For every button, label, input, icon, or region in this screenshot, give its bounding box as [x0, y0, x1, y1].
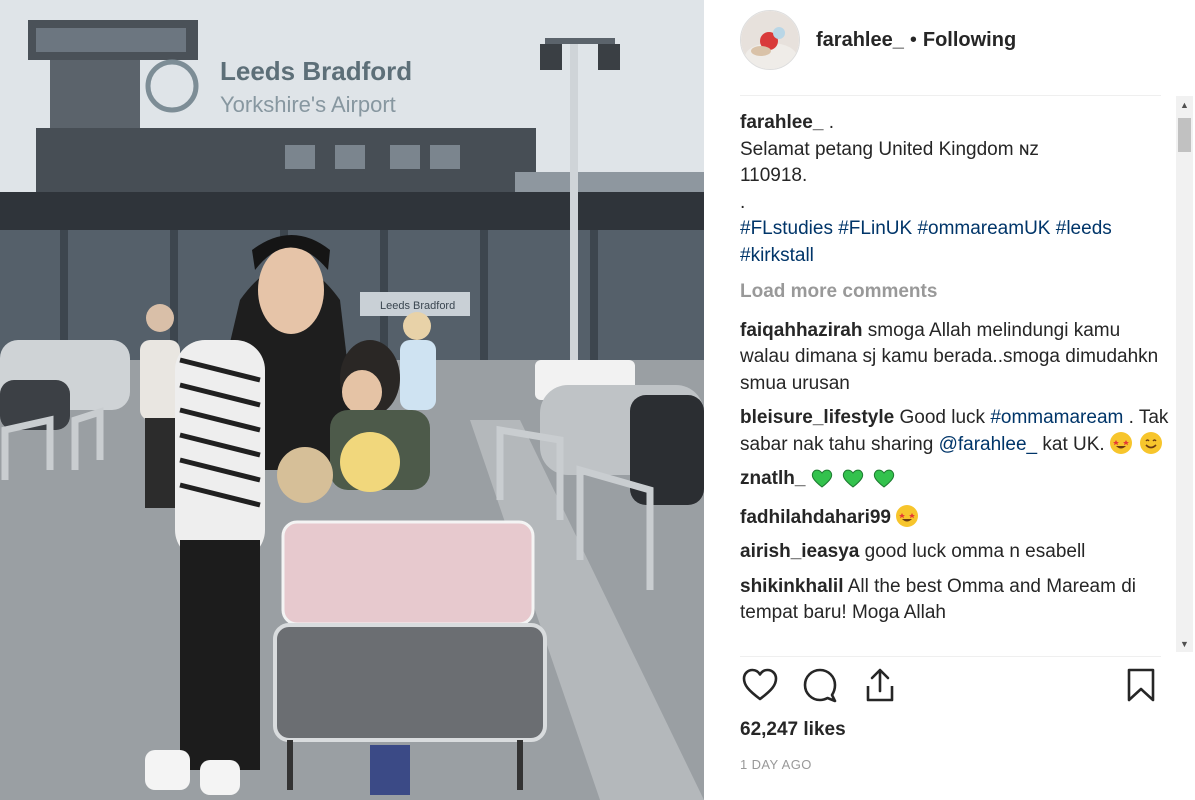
hashtag-link[interactable]: #ommamaream: [990, 407, 1123, 428]
comment-item: fadhilahdahari99: [740, 504, 1170, 532]
header-username[interactable]: farahlee_: [816, 29, 904, 52]
header-divider: [740, 95, 1161, 96]
sign-line-1: Leeds Bradford: [220, 56, 412, 86]
star-struck-emoji-icon: [896, 504, 919, 527]
comment-text: good luck omma n esabell: [864, 541, 1086, 562]
comments-list[interactable]: farahlee_ . Selamat petang United Kingdo…: [740, 110, 1170, 656]
airport-photo-illustration: Leeds Bradford Yorkshire's Airport Leeds…: [0, 0, 704, 800]
comment-item: znatlh_: [740, 466, 1170, 497]
comment-button[interactable]: [800, 666, 840, 708]
share-icon: [863, 667, 897, 708]
mention-link[interactable]: @farahlee_: [939, 434, 1038, 455]
comment-item: bleisure_lifestyle Good luck #ommamaream…: [740, 405, 1170, 458]
avatar-image: [741, 11, 799, 69]
comment-username[interactable]: shikinkhalil: [740, 576, 843, 597]
hashtag-link[interactable]: #leeds: [1056, 218, 1112, 239]
caption-line: .: [740, 191, 746, 213]
hashtag-link[interactable]: #ommareamUK: [917, 218, 1050, 239]
hashtag-link[interactable]: #kirkstall: [740, 245, 814, 266]
smiling-emoji-icon: [1140, 431, 1163, 454]
load-more-comments-button[interactable]: Load more comments: [740, 279, 1170, 306]
header-separator: •: [909, 28, 917, 51]
caption: farahlee_ . Selamat petang United Kingdo…: [740, 110, 1170, 269]
hashtag-link[interactable]: #FLstudies: [740, 218, 833, 239]
green-heart-icon: [873, 468, 895, 497]
save-button[interactable]: [1121, 666, 1161, 708]
comment-username[interactable]: airish_ieasya: [740, 541, 859, 562]
post-photo[interactable]: Leeds Bradford Yorkshire's Airport Leeds…: [0, 0, 704, 800]
post-actions: [740, 666, 1161, 708]
comment-item: airish_ieasya good luck omma n esabell: [740, 539, 1170, 566]
avatar[interactable]: [740, 10, 800, 70]
comment-text: kat UK.: [1042, 433, 1105, 455]
post-header: farahlee_ • Following: [740, 10, 1016, 70]
following-button[interactable]: Following: [923, 29, 1016, 52]
caption-dot-1: .: [828, 112, 835, 133]
likes-count[interactable]: 62,247 likes: [740, 719, 846, 741]
sign-line-2: Yorkshire's Airport: [220, 92, 396, 117]
hashtag-link[interactable]: #FLinUK: [838, 218, 912, 239]
actions-divider: [740, 656, 1161, 657]
comments-scrollbar[interactable]: ▲ ▼: [1176, 96, 1193, 652]
heart-outline-icon: [742, 668, 778, 707]
like-button[interactable]: [740, 666, 780, 708]
comment-username[interactable]: fadhilahdahari99: [740, 507, 891, 528]
caption-line: Selamat petang United Kingdom ɴᴢ: [740, 138, 1039, 160]
caption-line: 110918.: [740, 165, 808, 186]
post-timestamp[interactable]: 1 DAY AGO: [740, 757, 812, 772]
scroll-up-arrow-icon[interactable]: ▲: [1176, 96, 1193, 113]
door-sign: Leeds Bradford: [380, 300, 455, 312]
star-struck-emoji-icon: [1109, 431, 1132, 454]
post-side-panel: farahlee_ • Following farahlee_ . Selama…: [704, 0, 1195, 800]
green-heart-icon: [811, 468, 833, 497]
comment-username[interactable]: bleisure_lifestyle: [740, 407, 894, 428]
scroll-down-arrow-icon[interactable]: ▼: [1176, 635, 1193, 652]
scroll-thumb[interactable]: [1178, 118, 1191, 152]
comment-username[interactable]: znatlh_: [740, 468, 805, 489]
comment-item: faiqahhazirah smoga Allah melindungi kam…: [740, 318, 1170, 398]
comment-text: Good luck: [899, 407, 986, 428]
comment-item: shikinkhalil All the best Omma and Marea…: [740, 574, 1170, 627]
share-button[interactable]: [860, 666, 900, 708]
caption-username[interactable]: farahlee_: [740, 112, 823, 133]
speech-bubble-icon: [802, 667, 838, 708]
comment-username[interactable]: faiqahhazirah: [740, 320, 862, 341]
bookmark-icon: [1126, 667, 1156, 708]
green-heart-icon: [842, 468, 864, 497]
